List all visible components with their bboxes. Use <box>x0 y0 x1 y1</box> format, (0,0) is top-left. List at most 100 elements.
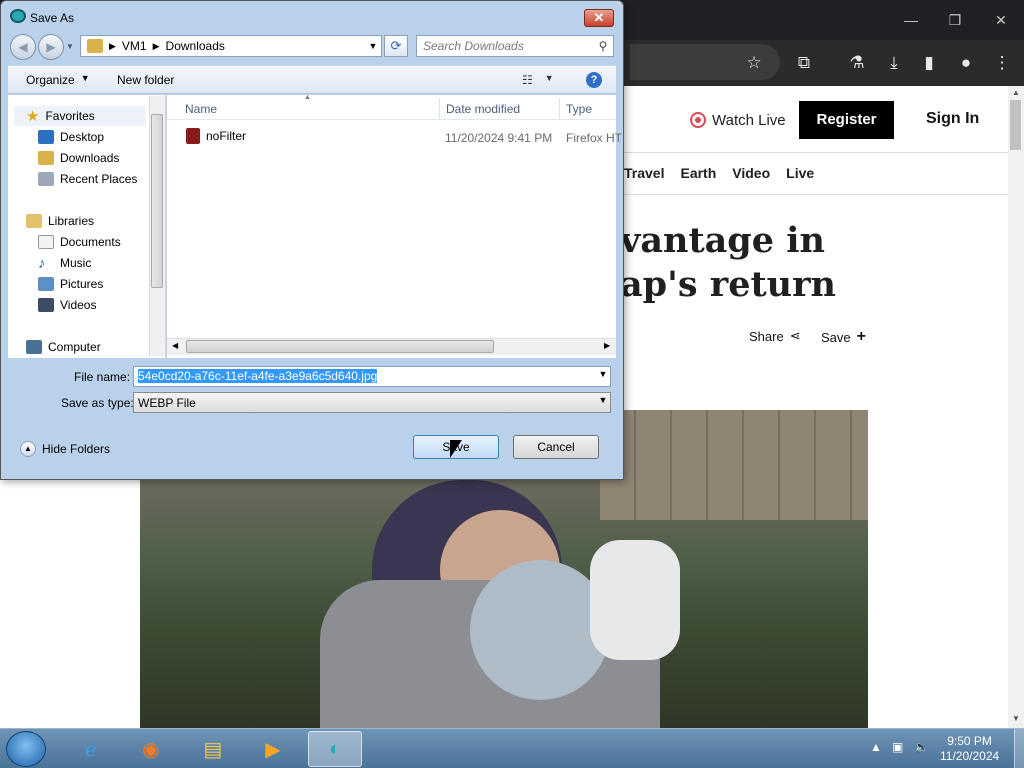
scroll-up-icon[interactable]: ▲ <box>1008 88 1024 98</box>
clock-time: 9:50 PM <box>947 734 992 748</box>
download-icon[interactable]: ⤓ <box>881 51 907 75</box>
menu-kebab-icon[interactable]: ⋮ <box>989 51 1015 75</box>
start-button[interactable] <box>6 731 46 767</box>
nav-scroll-thumb[interactable] <box>151 114 163 288</box>
register-button[interactable]: Register <box>799 101 894 139</box>
hide-folders-button[interactable]: ▲ Hide Folders <box>20 441 110 457</box>
app-icon <box>10 9 26 23</box>
nav-divider <box>620 152 1008 153</box>
views-button[interactable]: ☷ ▼ <box>522 73 554 87</box>
nav-earth[interactable]: Earth <box>680 165 716 181</box>
close-window-icon[interactable]: ✕ <box>986 8 1016 32</box>
tree-favorites[interactable]: ★ Favorites <box>26 107 95 125</box>
chevron-down-icon[interactable]: ▼ <box>596 395 610 410</box>
volume-muted-icon[interactable]: 🔈 <box>914 740 929 754</box>
refresh-icon[interactable]: ⟳ <box>384 35 408 57</box>
search-icon: ⚲ <box>598 39 608 53</box>
recent-pages-chevron-icon[interactable]: ▼ <box>66 42 74 51</box>
minimize-icon[interactable]: — <box>896 8 926 32</box>
search-placeholder: Search Downloads <box>423 39 524 53</box>
file-name-input[interactable]: 54e0cd20-a76c-11ef-a4fe-a3e9a6c5d640.jpg <box>133 366 611 387</box>
forward-icon[interactable]: ▶ <box>38 34 64 60</box>
hscroll-thumb[interactable] <box>186 340 494 353</box>
tray-chevron-icon[interactable]: ▲ <box>870 740 882 754</box>
labs-flask-icon[interactable]: ⚗ <box>844 51 870 75</box>
scroll-left-icon[interactable]: ◀ <box>172 341 178 350</box>
downloads-folder-icon <box>38 151 54 165</box>
tree-libraries[interactable]: Libraries <box>26 212 94 230</box>
nav-live[interactable]: Live <box>786 165 814 181</box>
breadcrumb[interactable]: ▶ VM1 ▶ Downloads ▼ <box>80 35 382 57</box>
internet-explorer-icon[interactable]: ℯ <box>64 731 118 767</box>
plus-icon: + <box>856 328 866 345</box>
scroll-down-icon[interactable]: ▼ <box>1008 714 1024 726</box>
nav-travel[interactable]: Travel <box>624 165 664 181</box>
documents-icon <box>38 235 54 249</box>
live-dot-icon <box>690 112 706 128</box>
tree-videos[interactable]: Videos <box>38 296 96 314</box>
tree-label: Recent Places <box>60 172 138 186</box>
column-headers <box>167 96 616 120</box>
watch-live-link[interactable]: Watch Live <box>690 108 786 132</box>
share-label: Share <box>749 328 784 344</box>
active-app-icon[interactable]: ◐ <box>308 731 362 767</box>
chevron-right-icon: ▶ <box>152 40 160 51</box>
show-desktop-button[interactable] <box>1014 729 1024 768</box>
file-name-label: File name: <box>74 370 131 384</box>
computer-icon <box>26 340 42 354</box>
bookmark-star-icon[interactable]: ☆ <box>741 51 767 75</box>
file-name-value: 54e0cd20-a76c-11ef-a4fe-a3e9a6c5d640.jpg <box>138 369 378 383</box>
tree-music[interactable]: ♪ Music <box>38 254 91 272</box>
save-article-button[interactable]: Save + <box>821 328 866 346</box>
breadcrumb-downloads[interactable]: Downloads <box>166 39 225 53</box>
column-date-modified[interactable]: Date modified <box>446 102 520 116</box>
extensions-icon[interactable]: ⧉ <box>791 51 817 75</box>
page-scrollbar[interactable] <box>1008 86 1024 728</box>
media-player-icon[interactable]: ▶ <box>246 731 300 767</box>
restore-icon[interactable]: ❐ <box>940 8 970 32</box>
cancel-button[interactable]: Cancel <box>513 435 599 459</box>
search-input[interactable]: Search Downloads ⚲ <box>416 35 614 57</box>
tree-label: Favorites <box>45 109 95 123</box>
tree-label: Music <box>60 256 92 270</box>
tree-recent-places[interactable]: Recent Places <box>38 170 137 188</box>
share-button[interactable]: Share ⋖ <box>749 328 801 344</box>
file-row[interactable]: noFilter <box>186 128 246 144</box>
page-scroll-thumb[interactable] <box>1010 100 1021 150</box>
column-type[interactable]: Type <box>566 102 592 116</box>
photo-fence <box>600 410 868 520</box>
new-folder-button[interactable]: New folder <box>117 73 174 87</box>
sign-in-link[interactable]: Sign In <box>926 110 979 128</box>
scroll-right-icon[interactable]: ▶ <box>604 341 610 350</box>
help-icon[interactable]: ? <box>586 72 602 88</box>
nav-video[interactable]: Video <box>732 165 770 181</box>
organize-button[interactable]: Organize ▼ <box>26 73 90 87</box>
tree-label: Desktop <box>60 130 105 144</box>
clock[interactable]: 9:50 PM 11/20/2024 <box>940 734 999 764</box>
dialog-close-button[interactable]: ✕ <box>584 9 614 27</box>
tree-downloads[interactable]: Downloads <box>38 149 119 167</box>
tree-pictures[interactable]: Pictures <box>38 275 103 293</box>
breadcrumb-vm1[interactable]: VM1 <box>122 39 147 53</box>
column-separator[interactable] <box>559 98 560 120</box>
chevron-down-icon[interactable]: ▼ <box>365 41 381 51</box>
tree-label: Downloads <box>60 151 120 165</box>
back-icon[interactable]: ◀ <box>10 34 36 60</box>
side-panel-icon[interactable]: ▮ <box>916 51 942 75</box>
column-name[interactable]: Name <box>185 102 217 116</box>
file-explorer-icon[interactable]: ▤ <box>186 731 240 767</box>
chevron-down-icon[interactable]: ▼ <box>596 369 610 384</box>
tree-desktop[interactable]: Desktop <box>38 128 104 146</box>
firefox-icon[interactable]: ◉ <box>124 731 178 767</box>
dialog-title: Save As <box>30 11 75 25</box>
tree-documents[interactable]: Documents <box>38 233 121 251</box>
tree-label: Libraries <box>48 214 95 228</box>
column-separator[interactable] <box>439 98 440 120</box>
folder-icon <box>87 39 103 53</box>
chevron-up-icon: ▲ <box>20 441 36 457</box>
save-as-type-select[interactable]: WEBP File <box>133 392 611 413</box>
network-icon[interactable]: ▣ <box>892 740 903 754</box>
profile-icon[interactable]: ● <box>953 51 979 75</box>
tree-computer[interactable]: Computer <box>26 338 101 356</box>
photo-blanket <box>590 540 680 660</box>
